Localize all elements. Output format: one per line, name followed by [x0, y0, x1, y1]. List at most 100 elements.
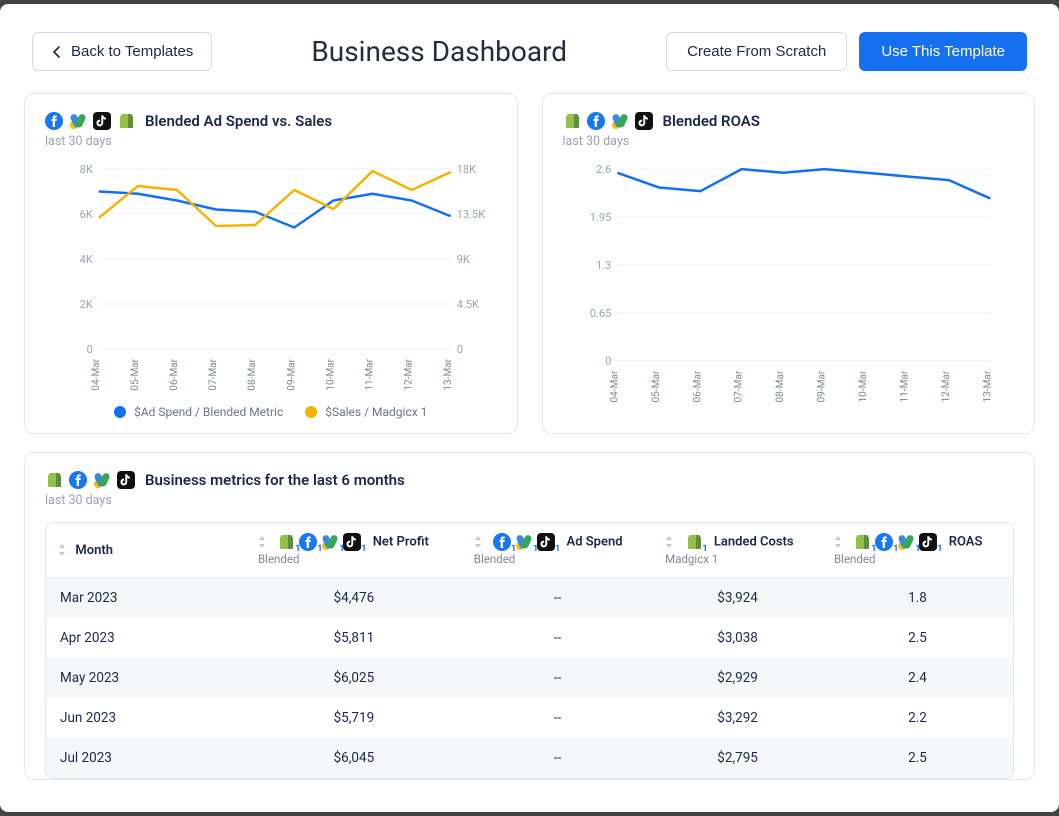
- svg-text:11-Mar: 11-Mar: [365, 358, 376, 390]
- cell-landed: $3,292: [653, 698, 822, 738]
- card-spend-vs-sales: Blended Ad Spend vs. Sales last 30 days …: [24, 93, 518, 434]
- cell-roas: 2.4: [822, 658, 1013, 698]
- facebook-icon: [587, 112, 605, 130]
- source-icons: [45, 471, 135, 489]
- sort-icon: [258, 536, 266, 548]
- card-roas: Blended ROAS last 30 days 2.61.951.30.65…: [542, 93, 1036, 434]
- shopify-icon: [851, 533, 873, 551]
- card-subtitle: last 30 days: [563, 134, 1015, 149]
- cell-landed: $3,924: [653, 578, 822, 619]
- card-title: Business metrics for the last 6 months: [145, 471, 405, 489]
- shopify-icon: [45, 471, 63, 489]
- cell-landed: $3,038: [653, 618, 822, 658]
- page-title: Business Dashboard: [311, 35, 567, 68]
- legend-dot-yellow: [305, 406, 317, 418]
- svg-text:0: 0: [605, 355, 611, 368]
- svg-text:1.95: 1.95: [589, 211, 611, 224]
- back-label: Back to Templates: [71, 43, 193, 60]
- svg-text:04-Mar: 04-Mar: [91, 358, 102, 390]
- google-ads-icon: [319, 533, 341, 551]
- svg-text:08-Mar: 08-Mar: [775, 370, 786, 402]
- google-ads-icon: [69, 112, 87, 130]
- use-this-template-button[interactable]: Use This Template: [859, 32, 1027, 71]
- card-business-metrics: Business metrics for the last 6 months l…: [24, 452, 1035, 780]
- svg-text:0.65: 0.65: [589, 307, 611, 320]
- svg-text:08-Mar: 08-Mar: [247, 358, 258, 390]
- svg-text:13.5K: 13.5K: [457, 208, 485, 221]
- cell-roas: 1.8: [822, 578, 1013, 619]
- cell-month: Jun 2023: [46, 698, 246, 738]
- cell-net-profit: $4,476: [246, 578, 462, 619]
- tiktok-icon: [93, 112, 111, 130]
- svg-text:6K: 6K: [80, 208, 93, 221]
- table-row: Apr 2023 $5,811 -- $3,038 2.5: [46, 618, 1013, 658]
- cell-net-profit: $5,811: [246, 618, 462, 658]
- card-subtitle: last 30 days: [45, 493, 1014, 508]
- tiktok-icon: [917, 533, 939, 551]
- create-from-scratch-button[interactable]: Create From Scratch: [666, 32, 847, 71]
- chevron-left-icon: [51, 46, 63, 58]
- chart-roas: 2.61.951.30.65004-Mar05-Mar06-Mar07-Mar0…: [563, 159, 1015, 411]
- svg-text:11-Mar: 11-Mar: [899, 370, 910, 402]
- sort-icon: [58, 544, 66, 556]
- svg-text:06-Mar: 06-Mar: [169, 358, 180, 390]
- svg-text:05-Mar: 05-Mar: [650, 370, 661, 402]
- cell-ad-spend: --: [462, 658, 653, 698]
- svg-text:8K: 8K: [80, 163, 93, 176]
- shopify-icon: [117, 112, 135, 130]
- svg-text:0: 0: [457, 343, 463, 356]
- svg-text:13-Mar: 13-Mar: [443, 358, 454, 390]
- cell-month: Jul 2023: [46, 738, 246, 778]
- col-month[interactable]: Month: [46, 523, 246, 578]
- cell-ad-spend: --: [462, 578, 653, 619]
- col-landed-costs[interactable]: Landed Costs Madgicx 1: [653, 523, 822, 578]
- table-row: Jul 2023 $6,045 -- $2,795 2.5: [46, 738, 1013, 778]
- sort-icon: [474, 536, 482, 548]
- cell-net-profit: $6,025: [246, 658, 462, 698]
- card-subtitle: last 30 days: [45, 134, 497, 149]
- cell-landed: $2,795: [653, 738, 822, 778]
- google-ads-icon: [895, 533, 917, 551]
- facebook-icon: [491, 533, 513, 551]
- cell-ad-spend: --: [462, 738, 653, 778]
- svg-text:06-Mar: 06-Mar: [692, 370, 703, 402]
- tiktok-icon: [535, 533, 557, 551]
- svg-text:18K: 18K: [457, 163, 476, 176]
- table-row: Jun 2023 $5,719 -- $3,292 2.2: [46, 698, 1013, 738]
- sort-icon: [834, 536, 842, 548]
- facebook-icon: [45, 112, 63, 130]
- source-icons: [563, 112, 653, 130]
- svg-text:9K: 9K: [457, 253, 470, 266]
- col-ad-spend[interactable]: Ad Spend Blended: [462, 523, 653, 578]
- google-ads-icon: [513, 533, 535, 551]
- tiktok-icon: [117, 471, 135, 489]
- cell-net-profit: $5,719: [246, 698, 462, 738]
- cell-roas: 2.5: [822, 738, 1013, 778]
- svg-text:04-Mar: 04-Mar: [609, 370, 620, 402]
- sort-icon: [665, 536, 673, 548]
- tiktok-icon: [341, 533, 363, 551]
- facebook-icon: [69, 471, 87, 489]
- svg-text:2K: 2K: [80, 298, 93, 311]
- shopify-icon: [683, 533, 705, 551]
- svg-text:4K: 4K: [80, 253, 93, 266]
- cell-net-profit: $6,045: [246, 738, 462, 778]
- svg-text:09-Mar: 09-Mar: [286, 358, 297, 390]
- svg-text:13-Mar: 13-Mar: [982, 370, 993, 402]
- shopify-icon: [563, 112, 581, 130]
- cell-roas: 2.5: [822, 618, 1013, 658]
- card-title: Blended ROAS: [663, 112, 760, 130]
- back-to-templates-button[interactable]: Back to Templates: [32, 32, 212, 71]
- legend-b: $Sales / Madgicx 1: [325, 405, 427, 419]
- source-icons: [45, 112, 135, 130]
- tiktok-icon: [635, 112, 653, 130]
- card-title: Blended Ad Spend vs. Sales: [145, 112, 332, 130]
- cell-landed: $2,929: [653, 658, 822, 698]
- table-row: Mar 2023 $4,476 -- $3,924 1.8: [46, 578, 1013, 619]
- metrics-table: Month Net Profit: [46, 523, 1013, 778]
- col-net-profit[interactable]: Net Profit Blended: [246, 523, 462, 578]
- cell-ad-spend: --: [462, 698, 653, 738]
- svg-text:07-Mar: 07-Mar: [733, 370, 744, 402]
- col-roas[interactable]: ROAS Blended: [822, 523, 1013, 578]
- svg-text:2.6: 2.6: [595, 163, 610, 176]
